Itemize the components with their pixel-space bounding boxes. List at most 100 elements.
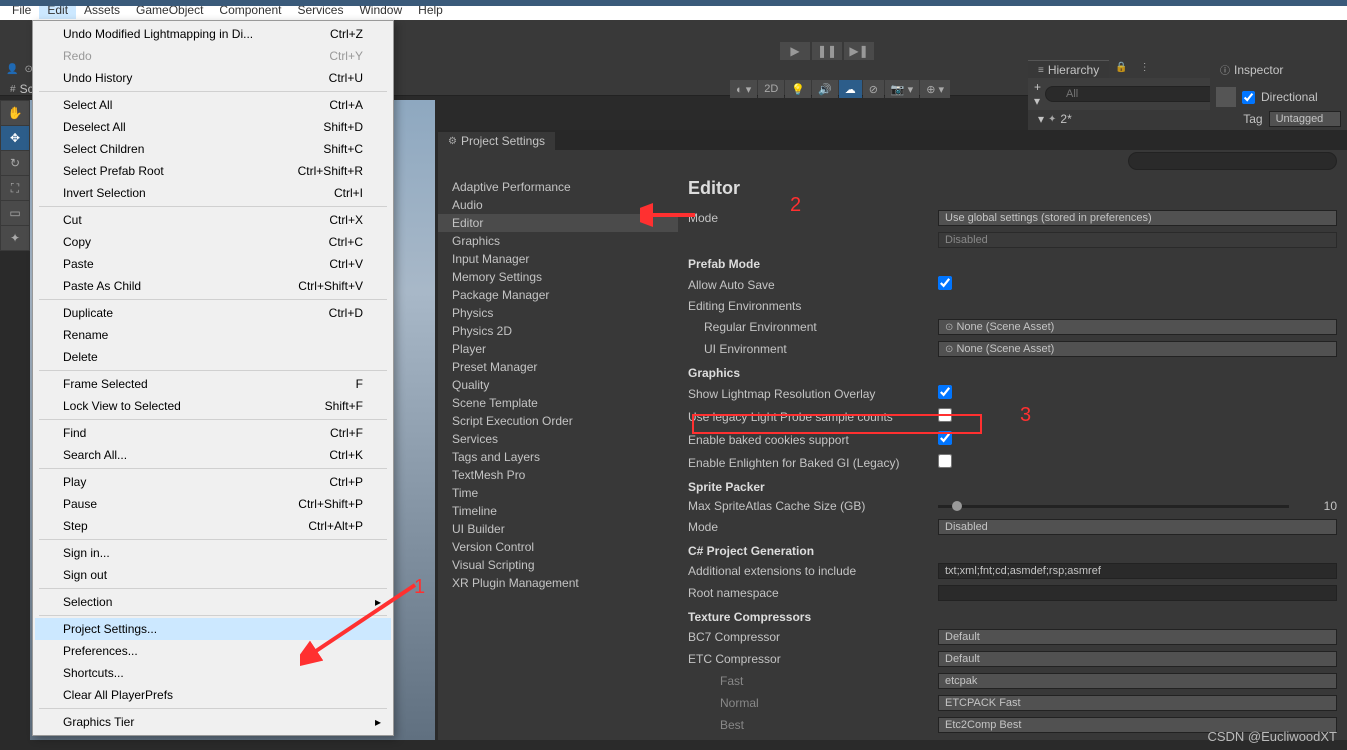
settings-category-tags-and-layers[interactable]: Tags and Layers [438,448,678,466]
account-icon[interactable]: 👤 [6,64,18,75]
menu-item-select-all[interactable]: Select AllCtrl+A [35,94,391,116]
settings-category-input-manager[interactable]: Input Manager [438,250,678,268]
camera-icon[interactable]: 📷 ▾ [885,80,919,98]
menu-item-clear-all-playerprefs[interactable]: Clear All PlayerPrefs [35,684,391,706]
settings-category-services[interactable]: Services [438,430,678,448]
settings-category-timeline[interactable]: Timeline [438,502,678,520]
root-ns-input[interactable] [938,585,1337,601]
2d-toggle[interactable]: 2D [758,80,784,98]
mode-dropdown[interactable]: Use global settings (stored in preferenc… [938,210,1337,226]
hierarchy-search[interactable] [1045,86,1217,102]
menu-item-lock-view-to-selected[interactable]: Lock View to SelectedShift+F [35,395,391,417]
etc-normal-dropdown[interactable]: ETCPACK Fast [938,695,1337,711]
menu-item-invert-selection[interactable]: Invert SelectionCtrl+I [35,182,391,204]
settings-category-memory-settings[interactable]: Memory Settings [438,268,678,286]
watermark: CSDN @EucliwoodXT [1207,729,1337,744]
hand-tool-icon[interactable]: ✋ [1,101,29,125]
settings-category-graphics[interactable]: Graphics [438,232,678,250]
etc-fast-dropdown[interactable]: etcpak [938,673,1337,689]
fx-icon[interactable]: ☁ [839,80,862,98]
gameobject-enabled-checkbox[interactable] [1242,91,1255,104]
max-sprite-label: Max SpriteAtlas Cache Size (GB) [688,499,938,513]
inspector-tab-label: Inspector [1234,63,1283,77]
hierarchy-tab[interactable]: ≡ Hierarchy [1028,60,1109,79]
menu-item-pause[interactable]: PauseCtrl+Shift+P [35,493,391,515]
audio-icon[interactable]: 🔊 [812,80,838,98]
rect-tool-icon[interactable]: ▭ [1,201,29,225]
bc7-dropdown[interactable]: Default [938,629,1337,645]
hidden-icon[interactable]: ⊘ [863,80,884,98]
settings-category-adaptive-performance[interactable]: Adaptive Performance [438,178,678,196]
menu-item-delete[interactable]: Delete [35,346,391,368]
hierarchy-icon: ≡ [1038,65,1044,76]
menu-item-play[interactable]: PlayCtrl+P [35,471,391,493]
menu-item-deselect-all[interactable]: Deselect AllShift+D [35,116,391,138]
additional-ext-input[interactable] [938,563,1337,579]
project-settings-tab[interactable]: ⚙ Project Settings [438,132,555,150]
lock-icon[interactable]: 🔒 [1109,60,1133,79]
settings-category-xr-plugin-management[interactable]: XR Plugin Management [438,574,678,592]
ui-env-field[interactable]: ⊙ None (Scene Asset) [938,341,1337,357]
scene-name[interactable]: 2* [1060,112,1071,126]
menu-item-paste[interactable]: PasteCtrl+V [35,253,391,275]
settings-category-ui-builder[interactable]: UI Builder [438,520,678,538]
enable-enlighten-checkbox[interactable] [938,454,952,468]
max-sprite-slider[interactable]: 10 [938,499,1337,513]
transform-tool-icon[interactable]: ✦ [1,226,29,250]
move-tool-icon[interactable]: ✥ [1,126,29,150]
settings-category-time[interactable]: Time [438,484,678,502]
allow-auto-save-checkbox[interactable] [938,276,952,290]
gizmos-icon[interactable]: ⊕ ▾ [920,80,950,98]
sprite-mode-label: Mode [688,520,938,534]
settings-category-physics-2d[interactable]: Physics 2D [438,322,678,340]
menu-item-paste-as-child[interactable]: Paste As ChildCtrl+Shift+V [35,275,391,297]
menu-item-cut[interactable]: CutCtrl+X [35,209,391,231]
foldout-icon[interactable]: ▾ [1038,112,1044,126]
settings-category-textmesh-pro[interactable]: TextMesh Pro [438,466,678,484]
menu-item-undo-history[interactable]: Undo HistoryCtrl+U [35,67,391,89]
menu-item-undo-modified-lightmapping-in-di[interactable]: Undo Modified Lightmapping in Di...Ctrl+… [35,23,391,45]
gameobject-name[interactable]: Directional [1261,90,1318,104]
settings-category-package-manager[interactable]: Package Manager [438,286,678,304]
menu-item-find[interactable]: FindCtrl+F [35,422,391,444]
menu-item-select-children[interactable]: Select ChildrenShift+C [35,138,391,160]
scale-tool-icon[interactable]: ⛶ [1,176,29,200]
menu-item-frame-selected[interactable]: Frame SelectedF [35,373,391,395]
pause-button[interactable]: ❚❚ [812,42,842,60]
menu-item-redo[interactable]: RedoCtrl+Y [35,45,391,67]
play-button[interactable]: ▶ [780,42,810,60]
menu-item-rename[interactable]: Rename [35,324,391,346]
menu-item-sign-in[interactable]: Sign in... [35,542,391,564]
show-lightmap-checkbox[interactable] [938,385,952,399]
prefab-mode-section: Prefab Mode [688,251,1337,273]
menu-item-graphics-tier[interactable]: Graphics Tier▸ [35,711,391,733]
menu-item-select-prefab-root[interactable]: Select Prefab RootCtrl+Shift+R [35,160,391,182]
lighting-icon[interactable]: 💡 [785,80,811,98]
add-icon[interactable]: + ▾ [1034,80,1041,108]
inspector-tab[interactable]: ⓘ Inspector [1210,60,1347,79]
rotate-tool-icon[interactable]: ↻ [1,151,29,175]
settings-category-script-execution-order[interactable]: Script Execution Order [438,412,678,430]
menu-item-step[interactable]: StepCtrl+Alt+P [35,515,391,537]
settings-category-version-control[interactable]: Version Control [438,538,678,556]
annotation-number-3: 3 [1020,404,1031,427]
settings-category-scene-template[interactable]: Scene Template [438,394,678,412]
settings-search-input[interactable] [1128,152,1337,170]
annotation-arrow-2 [640,200,700,230]
step-button[interactable]: ▶❚ [844,42,874,60]
menu-item-copy[interactable]: CopyCtrl+C [35,231,391,253]
settings-category-quality[interactable]: Quality [438,376,678,394]
menu-item-duplicate[interactable]: DuplicateCtrl+D [35,302,391,324]
tag-dropdown[interactable]: Untagged [1269,111,1341,127]
settings-category-visual-scripting[interactable]: Visual Scripting [438,556,678,574]
settings-category-physics[interactable]: Physics [438,304,678,322]
settings-category-preset-manager[interactable]: Preset Manager [438,358,678,376]
menu-item-search-all[interactable]: Search All...Ctrl+K [35,444,391,466]
sprite-mode-dropdown[interactable]: Disabled [938,519,1337,535]
view-gizmo-icon[interactable]: ◐ ▾ [730,80,757,98]
etc-dropdown[interactable]: Default [938,651,1337,667]
bc7-label: BC7 Compressor [688,630,938,644]
menu-icon[interactable]: ⋮ [1134,60,1156,79]
settings-category-player[interactable]: Player [438,340,678,358]
regular-env-field[interactable]: ⊙ None (Scene Asset) [938,319,1337,335]
